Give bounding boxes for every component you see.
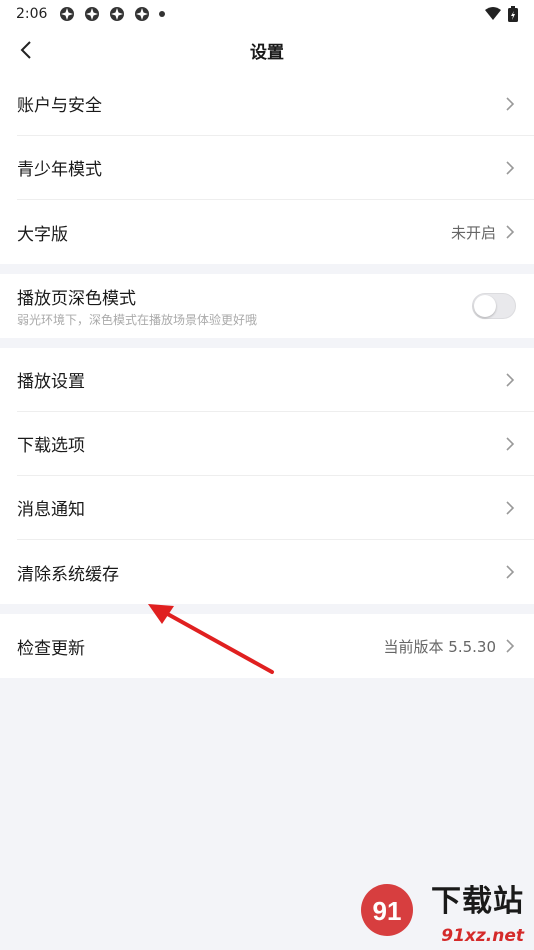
- chevron-right-icon: [506, 436, 515, 451]
- settings-item-label: 青少年模式: [17, 160, 102, 180]
- settings-item-download[interactable]: 下载选项: [17, 412, 534, 476]
- settings-group-account: 账户与安全 青少年模式 大字版 未开启: [0, 72, 534, 264]
- settings-item-label: 大字版: [17, 224, 68, 245]
- app-notification-icon: [85, 7, 100, 21]
- page-title: 设置: [250, 42, 284, 63]
- status-bar: 2:06: [0, 0, 534, 28]
- back-button[interactable]: [10, 34, 42, 66]
- chevron-right-icon: [506, 639, 515, 653]
- chevron-right-icon: [506, 500, 515, 515]
- watermark-url: 91xz.net: [441, 926, 524, 946]
- chevron-right-icon: [506, 225, 515, 239]
- toggle-knob: [474, 295, 496, 317]
- settings-item-label: 清除系统缓存: [17, 564, 119, 585]
- more-notifications-dot-icon: [159, 11, 166, 17]
- chevron-right-icon: [506, 372, 515, 387]
- app-notification-icon: [60, 7, 75, 21]
- watermark-title: 下载站: [431, 884, 524, 919]
- notification-icons: [59, 6, 166, 22]
- settings-item-label: 下载选项: [17, 436, 85, 456]
- chevron-right-icon: [506, 96, 515, 111]
- group-divider: [0, 338, 534, 348]
- group-divider: [0, 264, 534, 274]
- settings-item-large-font[interactable]: 大字版 未开启: [17, 200, 534, 264]
- header: 设置: [0, 28, 534, 72]
- watermark: 91 下载站 91xz.net: [358, 876, 528, 946]
- settings-item-playback[interactable]: 播放设置: [17, 348, 534, 412]
- chevron-right-icon: [506, 565, 515, 579]
- chevron-right-icon: [506, 160, 515, 175]
- watermark-logo-icon: 91: [361, 884, 413, 936]
- settings-item-label: 账户与安全: [17, 96, 102, 116]
- settings-item-label: 消息通知: [17, 500, 85, 520]
- settings-item-clear-cache[interactable]: 清除系统缓存: [17, 540, 534, 604]
- wifi-icon: [485, 7, 501, 20]
- settings-item-value: 未开启: [450, 223, 496, 242]
- battery-icon: [508, 6, 518, 22]
- status-time: 2:06: [16, 6, 48, 22]
- chevron-left-icon: [20, 41, 31, 59]
- app-notification-icon: [110, 7, 125, 21]
- settings-item-label: 播放设置: [17, 372, 85, 392]
- status-right: [484, 6, 518, 22]
- settings-item-teen-mode[interactable]: 青少年模式: [17, 136, 534, 200]
- annotation-arrow-icon: [148, 604, 274, 674]
- settings-item-dark-mode[interactable]: 播放页深色模式 弱光环境下，深色模式在播放场景体验更好哦: [17, 274, 534, 338]
- app-notification-icon: [135, 7, 150, 21]
- settings-group-display: 播放页深色模式 弱光环境下，深色模式在播放场景体验更好哦: [0, 274, 534, 338]
- settings-item-label: 播放页深色模式: [17, 289, 136, 309]
- watermark-logo-text: 91: [373, 896, 402, 926]
- dark-mode-toggle[interactable]: [472, 293, 516, 319]
- settings-item-value: 当前版本 5.5.30: [383, 637, 496, 656]
- settings-item-label: 检查更新: [17, 638, 85, 659]
- settings-item-notifications[interactable]: 消息通知: [17, 476, 534, 540]
- settings-item-account-security[interactable]: 账户与安全: [17, 72, 534, 136]
- settings-item-subtitle: 弱光环境下，深色模式在播放场景体验更好哦: [17, 313, 258, 327]
- settings-group-general: 播放设置 下载选项 消息通知 清除系统缓存: [0, 348, 534, 604]
